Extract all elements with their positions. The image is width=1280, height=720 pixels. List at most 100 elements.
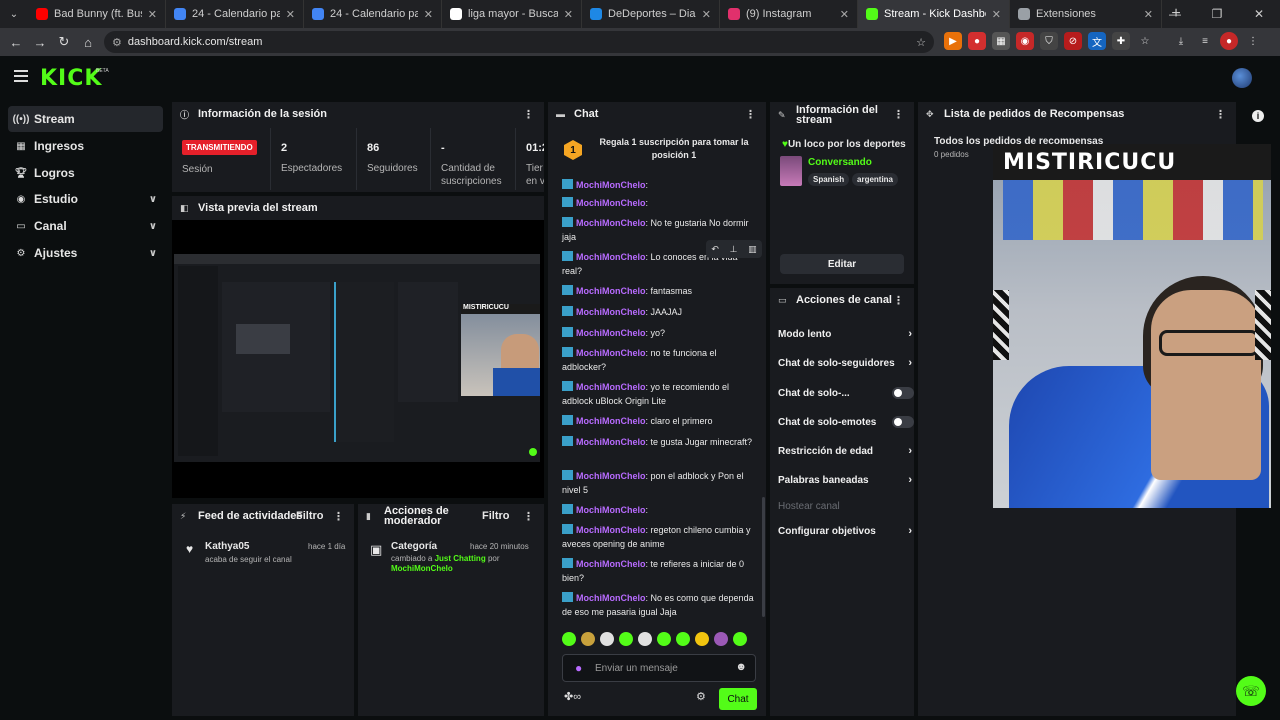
tab-close-icon[interactable]: ✕ xyxy=(148,8,157,21)
browser-tab[interactable]: Extensiones ✕ xyxy=(1010,0,1162,28)
sidebar-item-logros[interactable]: 🏆︎ Logros xyxy=(8,160,163,186)
more-options-icon[interactable]: ⋮ xyxy=(893,108,904,121)
extension-translate-icon[interactable]: 文 xyxy=(1088,32,1106,50)
more-options-icon[interactable]: ⋮ xyxy=(523,510,534,523)
address-bar[interactable]: ⚙ dashboard.kick.com/stream ☆ xyxy=(104,31,934,53)
chat-username[interactable]: MochiMonChelo xyxy=(576,471,646,481)
mod-category[interactable]: Just Chatting xyxy=(435,554,486,563)
menu-icon[interactable] xyxy=(14,70,28,82)
extension-shield-icon[interactable]: ⛉ xyxy=(1040,32,1058,50)
sidebar-item-stream[interactable]: ((•)) Stream xyxy=(8,106,163,132)
more-options-icon[interactable]: ⋮ xyxy=(745,108,756,121)
chat-message[interactable]: MochiMonChelo: xyxy=(562,196,756,210)
chat-username[interactable]: MochiMonChelo xyxy=(576,180,646,190)
chat-username[interactable]: MochiMonChelo xyxy=(576,252,646,262)
browser-tab[interactable]: (9) Instagram ✕ xyxy=(720,0,858,28)
close-window-icon[interactable]: ✕ xyxy=(1238,7,1280,21)
chat-username[interactable]: MochiMonChelo xyxy=(576,593,646,603)
feed-filter-button[interactable]: Filtro xyxy=(296,510,324,522)
category-name[interactable]: Conversando xyxy=(808,157,872,168)
tab-close-icon[interactable]: ✕ xyxy=(564,8,573,21)
tag-chip[interactable]: argentina xyxy=(852,173,899,186)
reading-list-icon[interactable]: ≡ xyxy=(1196,32,1214,50)
emote-icon[interactable] xyxy=(676,632,690,646)
extension-grid-icon[interactable]: ▦ xyxy=(992,32,1010,50)
browser-tab[interactable]: liga mayor - Buscar con G ✕ xyxy=(442,0,582,28)
tab-close-icon[interactable]: ✕ xyxy=(840,8,849,21)
gift-promo-text[interactable]: Regala 1 suscripción para tomar la posic… xyxy=(594,136,754,162)
mic-icon[interactable]: ● xyxy=(575,661,582,675)
chat-username[interactable]: MochiMonChelo xyxy=(576,505,646,515)
subs-only-toggle[interactable] xyxy=(892,387,914,399)
bookmarks-icon[interactable]: ☆ xyxy=(1136,32,1154,50)
chat-message[interactable]: MochiMonChelo: xyxy=(562,178,756,192)
mod-filter-button[interactable]: Filtro xyxy=(482,510,510,522)
tab-close-icon[interactable]: ✕ xyxy=(1144,8,1153,21)
extensions-puzzle-icon[interactable]: ✚ xyxy=(1112,32,1130,50)
emote-icon[interactable] xyxy=(733,632,747,646)
chat-message[interactable]: MochiMonChelo: regeton chileno cumbia y … xyxy=(562,523,756,551)
browser-tab[interactable]: DeDeportes – Diario El Sa ✕ xyxy=(582,0,720,28)
chat-message[interactable]: MochiMonChelo: claro el primero xyxy=(562,414,756,428)
emote-icon[interactable] xyxy=(657,632,671,646)
chat-username[interactable]: MochiMonChelo xyxy=(576,218,646,228)
action-emotes-only[interactable]: Chat de solo-emotes xyxy=(778,413,914,431)
kick-logo[interactable]: KICK xyxy=(40,66,102,91)
more-options-icon[interactable]: ⋮ xyxy=(333,510,344,523)
tab-close-icon[interactable]: ✕ xyxy=(992,8,1001,21)
reload-icon[interactable]: ↻ xyxy=(52,34,76,50)
chat-message[interactable]: MochiMonChelo: pon el adblock y Pon el n… xyxy=(562,469,756,497)
download-icon[interactable]: ⤓ xyxy=(1172,32,1190,50)
maximize-icon[interactable]: ❐ xyxy=(1196,7,1238,21)
action-slow-mode[interactable]: Modo lento › xyxy=(778,325,912,343)
more-options-icon[interactable]: ⋮ xyxy=(523,108,534,121)
chat-message[interactable]: MochiMonChelo: yo te recomiendo el adblo… xyxy=(562,380,756,408)
help-chat-button[interactable]: ☏ xyxy=(1236,676,1266,706)
action-age-restriction[interactable]: Restricción de edad › xyxy=(778,442,912,460)
pin-icon[interactable]: ⊥ xyxy=(730,244,738,255)
site-info-icon[interactable]: ⚙ xyxy=(112,36,122,49)
extension-play-icon[interactable]: ▶ xyxy=(944,32,962,50)
edit-button[interactable]: Editar xyxy=(780,254,904,274)
info-icon[interactable]: i xyxy=(1252,110,1264,122)
user-avatar[interactable] xyxy=(1232,68,1252,88)
chat-username[interactable]: MochiMonChelo xyxy=(576,198,646,208)
chat-input[interactable]: ● Enviar un mensaje ☻ xyxy=(562,654,756,682)
chat-username[interactable]: MochiMonChelo xyxy=(576,286,646,296)
emote-icon[interactable] xyxy=(600,632,614,646)
action-configure-goals[interactable]: Configurar objetivos › xyxy=(778,522,912,540)
emote-icon[interactable] xyxy=(714,632,728,646)
emote-icon[interactable] xyxy=(581,632,595,646)
more-options-icon[interactable]: ⋮ xyxy=(1215,108,1226,121)
extension-block-icon[interactable]: ⊘ xyxy=(1064,32,1082,50)
browser-tab[interactable]: Bad Bunny (ft. Buscab ✕ xyxy=(28,0,166,28)
sidebar-item-canal[interactable]: ▭ Canal ∨ xyxy=(8,213,163,239)
browser-menu-icon[interactable]: ⋮ xyxy=(1244,32,1262,50)
emote-icon[interactable] xyxy=(562,632,576,646)
sidebar-item-ingresos[interactable]: ▦ Ingresos xyxy=(8,133,163,159)
more-options-icon[interactable]: ⋮ xyxy=(893,294,904,307)
chat-scrollbar[interactable] xyxy=(762,497,765,617)
profile-icon[interactable]: ● xyxy=(1220,32,1238,50)
chat-message[interactable]: MochiMonChelo: xyxy=(562,503,756,517)
home-icon[interactable]: ⌂ xyxy=(76,35,100,50)
chat-settings-icon[interactable]: ⚙ xyxy=(696,690,706,703)
chat-username[interactable]: MochiMonChelo xyxy=(576,437,646,447)
chat-message[interactable]: MochiMonChelo: No es como que dependa de… xyxy=(562,591,756,619)
chat-tools-icon[interactable]: ✤∞ xyxy=(564,690,581,703)
back-icon[interactable]: ← xyxy=(4,35,28,50)
extension-badge-icon[interactable]: ◉ xyxy=(1016,32,1034,50)
bookmark-star-icon[interactable]: ☆ xyxy=(916,36,926,49)
chat-message[interactable]: MochiMonChelo: yo? xyxy=(562,326,756,340)
chat-send-button[interactable]: Chat xyxy=(719,688,757,710)
chat-username[interactable]: MochiMonChelo xyxy=(576,416,646,426)
browser-tab[interactable]: 24 - Calendario para pare ✕ xyxy=(304,0,442,28)
stream-preview-video[interactable]: MISTIRICUCU xyxy=(174,254,540,462)
action-subs-only[interactable]: Chat de solo-... xyxy=(778,384,914,402)
chat-username[interactable]: MochiMonChelo xyxy=(576,307,646,317)
emoji-icon[interactable]: ☻ xyxy=(735,661,747,673)
category-thumbnail[interactable] xyxy=(780,156,802,186)
chat-username[interactable]: MochiMonChelo xyxy=(576,525,646,535)
chat-message[interactable]: MochiMonChelo: fantasmas xyxy=(562,284,756,298)
emote-icon[interactable] xyxy=(695,632,709,646)
